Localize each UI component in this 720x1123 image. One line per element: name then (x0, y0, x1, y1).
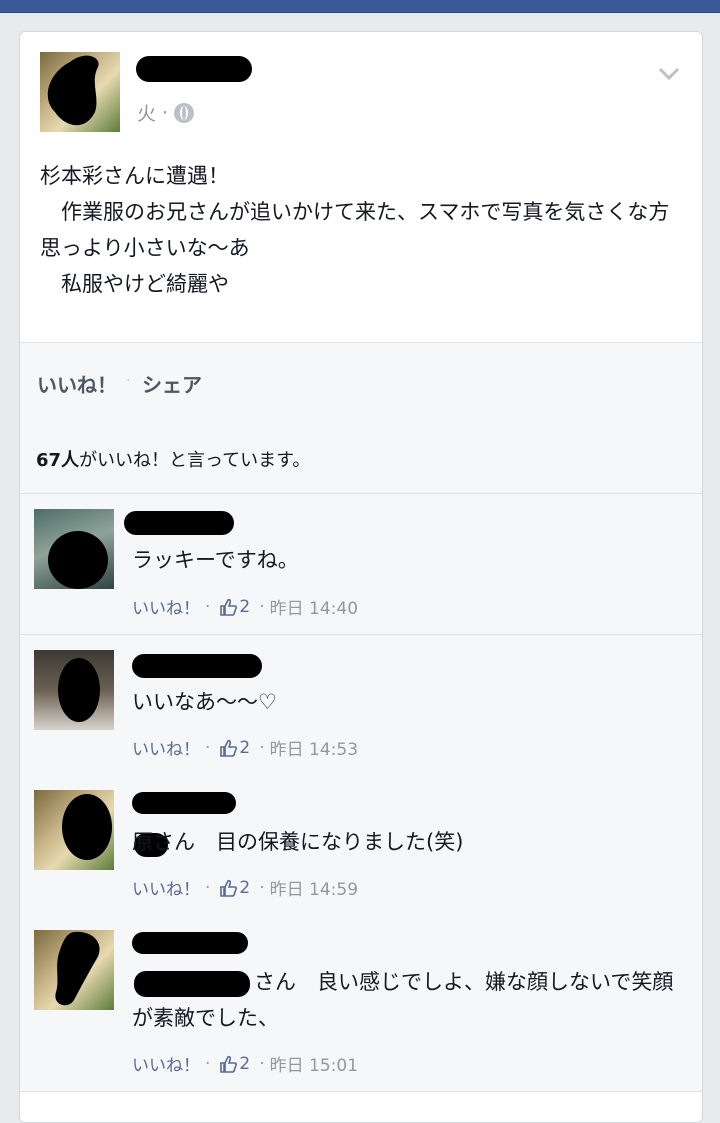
meta-separator: · (205, 737, 211, 758)
comment-text: ラッキーですね。 (132, 548, 299, 572)
avatar-redaction (55, 931, 100, 1006)
comment-like-count[interactable]: 2 (239, 878, 250, 898)
comment-like-button[interactable]: いいね！ (132, 875, 200, 900)
likes-summary-text: 67人がいいね！と言っています。 (36, 446, 310, 472)
post-body-text: 杉本彩さんに遭遇！ 作業服のお兄さんが追いかけて来た、スマホで写真を気さくな方思… (40, 164, 670, 296)
meta-separator: · (162, 101, 169, 124)
commenter-name-redaction[interactable] (132, 654, 262, 678)
comment-like-count[interactable]: 2 (239, 738, 250, 758)
comment-item: ラッキーですね。 いいね！ · 2 · 昨日 14:40 (20, 494, 702, 635)
meta-separator: · (205, 596, 211, 617)
avatar-redaction (62, 794, 112, 860)
thumbs-up-icon (220, 879, 238, 897)
avatar-redaction (58, 658, 100, 722)
thumbs-up-icon (220, 739, 238, 757)
commenter-name-redaction[interactable] (132, 932, 248, 954)
comment-text: さん 良い感じでしよ、嫌な顔しないで笑顔が素敵でした、 (132, 970, 674, 1030)
globe-icon (174, 102, 195, 123)
comment-text: いいなあ〜〜♡ (132, 690, 277, 714)
commenter-avatar[interactable] (34, 930, 114, 1010)
comment-text: 原さん 目の保養になりました(笑) (132, 830, 464, 854)
meta-separator: · (205, 877, 211, 898)
commenter-avatar[interactable] (34, 650, 114, 730)
share-button[interactable]: シェア (142, 369, 202, 398)
thumbs-up-icon (220, 598, 238, 616)
author-name-redaction[interactable] (136, 56, 252, 82)
top-nav-bar (0, 0, 720, 13)
meta-separator: · (259, 877, 265, 898)
comment-like-button[interactable]: いいね！ (132, 594, 200, 619)
meta-separator: · (205, 1053, 211, 1074)
comment-like-button[interactable]: いいね！ (132, 1051, 200, 1076)
author-avatar[interactable] (40, 52, 120, 132)
comment-like-button[interactable]: いいね！ (132, 735, 200, 760)
meta-separator: · (259, 737, 265, 758)
action-separator: · (126, 373, 131, 389)
likes-summary[interactable]: 67人がいいね！と言っています。 (20, 424, 702, 494)
commenter-avatar[interactable] (34, 790, 114, 870)
avatar-redaction (48, 531, 108, 589)
post-action-bar: いいね！ · シェア (20, 342, 702, 426)
commenter-name-redaction[interactable] (132, 792, 236, 814)
comment-meta: いいね！ · 2 · 昨日 14:53 (132, 735, 358, 761)
comment-timestamp[interactable]: 昨日 14:53 (270, 735, 358, 760)
comment-timestamp[interactable]: 昨日 15:01 (270, 1051, 358, 1076)
comment-timestamp[interactable]: 昨日 14:59 (270, 875, 358, 900)
likes-suffix: がいいね！と言っています。 (79, 450, 311, 471)
chevron-down-icon[interactable] (658, 62, 680, 84)
comment-like-count[interactable]: 2 (239, 1054, 250, 1074)
comment-item: さん 良い感じでしよ、嫌な顔しないで笑顔が素敵でした、 いいね！ · 2 · 昨… (20, 915, 702, 1092)
likes-count: 67人 (36, 450, 80, 471)
meta-separator: · (259, 596, 265, 617)
commenter-avatar[interactable] (34, 509, 114, 589)
comment-meta: いいね！ · 2 · 昨日 14:40 (132, 594, 358, 620)
meta-separator: · (259, 1053, 265, 1074)
comment-meta: いいね！ · 2 · 昨日 14:59 (132, 875, 358, 901)
post-meta: 火 · (137, 99, 195, 126)
comment-meta: いいね！ · 2 · 昨日 15:01 (132, 1051, 358, 1077)
comment-timestamp[interactable]: 昨日 14:40 (270, 594, 358, 619)
comment-item: いいなあ〜〜♡ いいね！ · 2 · 昨日 14:53 (20, 635, 702, 776)
avatar-redaction (47, 55, 99, 126)
post-day: 火 (137, 103, 157, 125)
commenter-name-redaction[interactable] (124, 511, 234, 535)
comment-item: 原さん 目の保養になりました(笑) いいね！ · 2 · 昨日 14:59 (20, 775, 702, 916)
like-button[interactable]: いいね！ (37, 369, 117, 398)
comment-like-count[interactable]: 2 (239, 597, 250, 617)
thumbs-up-icon (220, 1055, 238, 1073)
post-card: 火 · 杉本彩さんに遭遇！ 作業服のお兄さんが追いかけて来た、スマホで写真を気さ… (19, 31, 703, 1123)
